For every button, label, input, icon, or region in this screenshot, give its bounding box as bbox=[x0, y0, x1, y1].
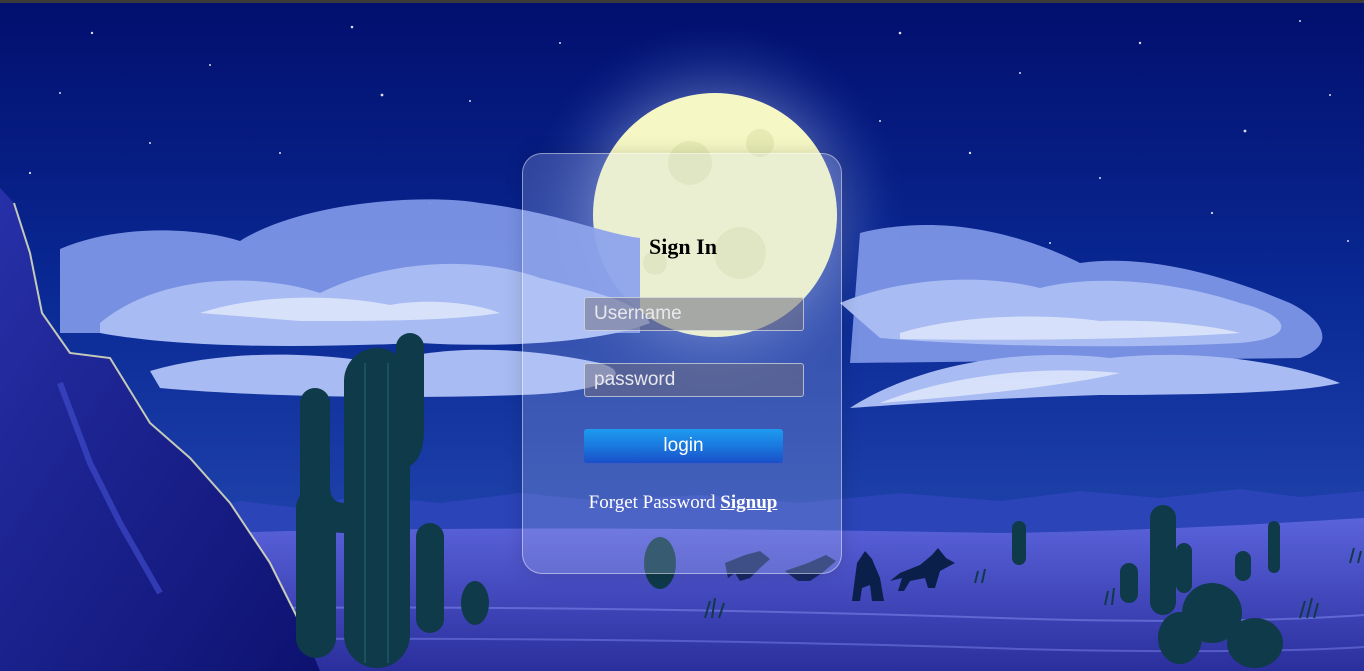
username-input[interactable] bbox=[584, 297, 804, 331]
login-page: Sign In login Forget Password Signup bbox=[0, 0, 1364, 671]
sign-in-title: Sign In bbox=[649, 234, 717, 259]
account-links: Forget Password Signup bbox=[523, 492, 843, 514]
forget-password-link[interactable]: Forget Password bbox=[589, 492, 716, 513]
login-button[interactable]: login bbox=[584, 429, 783, 463]
login-form-card: Sign In login Forget Password Signup bbox=[522, 153, 842, 574]
top-bar bbox=[0, 0, 1364, 3]
password-input[interactable] bbox=[584, 363, 804, 397]
signup-link[interactable]: Signup bbox=[720, 492, 777, 513]
